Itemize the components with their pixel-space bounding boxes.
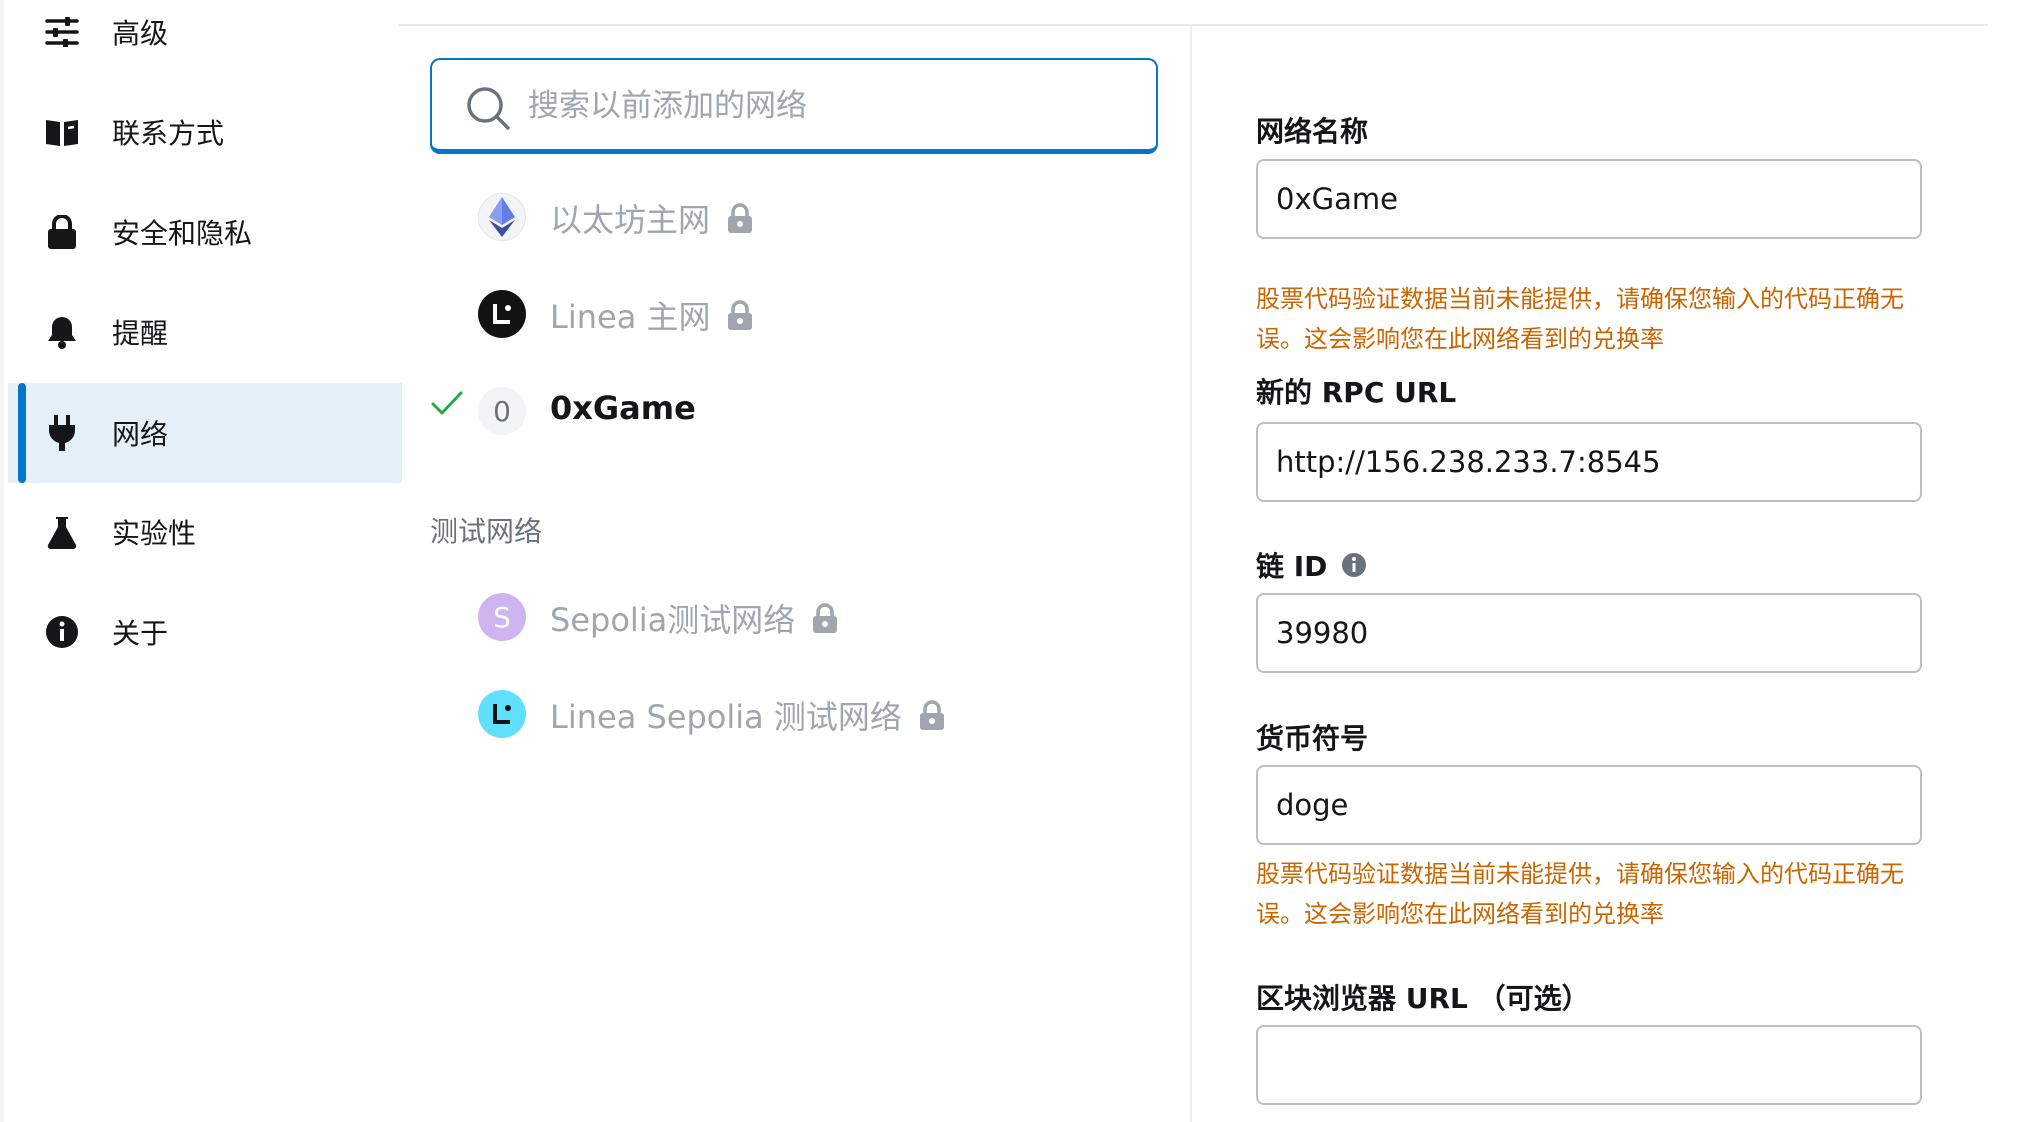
- label-text: 链 ID: [1256, 550, 1328, 583]
- label-text: 新的 RPC URL: [1256, 376, 1457, 409]
- network-name-text: Linea Sepolia 测试网络: [550, 698, 902, 736]
- network-name: 0xGame: [550, 389, 696, 427]
- network-item-sepolia[interactable]: S Sepolia测试网络: [430, 583, 1160, 653]
- linea-sepolia-icon: [478, 690, 526, 738]
- test-networks-title: 测试网络: [430, 515, 543, 548]
- ticker-warning: 股票代码验证数据当前未能提供，请确保您输入的代码正确无误。这会影响您在此网络看到…: [1256, 860, 1904, 928]
- lock-icon: [813, 603, 838, 633]
- network-name-input[interactable]: [1256, 159, 1922, 239]
- sidebar-item-experimental[interactable]: 实验性: [8, 482, 402, 582]
- lock-icon: [919, 700, 944, 730]
- sliders-icon: [44, 14, 80, 50]
- sidebar-item-security[interactable]: 安全和隐私: [8, 182, 402, 282]
- label-text: 区块浏览器 URL （可选）: [1256, 982, 1590, 1015]
- book-icon: [44, 114, 80, 150]
- currency-symbol-label: 货币符号: [1256, 717, 1368, 757]
- sidebar-item-label: 关于: [112, 617, 169, 650]
- ethereum-icon: [478, 193, 526, 241]
- block-explorer-label: 区块浏览器 URL （可选）: [1256, 977, 1590, 1017]
- network-avatar: 0: [478, 387, 526, 435]
- currency-symbol-input[interactable]: [1256, 765, 1922, 845]
- network-name-label: 网络名称: [1256, 110, 1368, 150]
- network-name-text: Sepolia测试网络: [550, 601, 796, 639]
- sidebar-item-advanced[interactable]: 高级: [8, 0, 402, 82]
- column-divider: [1190, 26, 1192, 1122]
- lock-icon: [44, 214, 80, 250]
- label-text: 货币符号: [1256, 722, 1369, 755]
- rpc-url-label: 新的 RPC URL: [1256, 371, 1456, 411]
- network-name: 以太坊主网: [550, 195, 754, 241]
- info-icon[interactable]: [1341, 552, 1367, 578]
- sidebar-item-label: 实验性: [112, 517, 197, 550]
- lock-icon: [728, 300, 753, 330]
- chain-id-input[interactable]: [1256, 593, 1922, 673]
- chain-id-label: 链 ID: [1256, 545, 1367, 585]
- info-icon: [44, 614, 80, 650]
- linea-icon: [478, 290, 526, 338]
- network-search-input[interactable]: [528, 78, 1128, 134]
- sidebar-item-networks[interactable]: 网络: [8, 383, 402, 483]
- settings-sidebar: 高级 联系方式 安全和隐私 提醒 网络 实验性 关于: [0, 0, 402, 1122]
- network-avatar: S: [478, 593, 526, 641]
- flask-icon: [44, 514, 80, 550]
- network-item-linea[interactable]: Linea 主网: [430, 280, 1160, 350]
- network-item-0xgame[interactable]: 0 0xGame: [430, 377, 1160, 447]
- block-explorer-input[interactable]: [1256, 1025, 1922, 1105]
- lock-icon: [728, 203, 753, 233]
- network-item-linea-sepolia[interactable]: Linea Sepolia 测试网络: [430, 680, 1160, 750]
- network-name-text: 以太坊主网: [550, 201, 711, 239]
- ticker-warning: 股票代码验证数据当前未能提供，请确保您输入的代码正确无误。这会影响您在此网络看到…: [1256, 285, 1904, 353]
- bell-icon: [44, 314, 80, 350]
- top-divider: [398, 24, 1988, 26]
- sidebar-item-alerts[interactable]: 提醒: [8, 282, 402, 382]
- sidebar-item-label: 安全和隐私: [112, 217, 253, 250]
- network-item-ethereum[interactable]: 以太坊主网: [430, 183, 1160, 253]
- settings-page: 高级 联系方式 安全和隐私 提醒 网络 实验性 关于 搜索以前添加的网络 以太坊…: [0, 0, 2026, 1122]
- network-search-box[interactable]: [430, 58, 1158, 154]
- plug-icon: [44, 415, 80, 451]
- sidebar-item-label: 提醒: [112, 317, 169, 350]
- rpc-url-input[interactable]: [1256, 422, 1922, 502]
- sidebar-item-contacts[interactable]: 联系方式: [8, 82, 402, 182]
- network-name: Linea 主网: [550, 292, 754, 338]
- search-icon: [466, 86, 510, 130]
- network-name: Sepolia测试网络: [550, 595, 839, 641]
- check-icon: [430, 387, 464, 421]
- network-name-text: Linea 主网: [550, 298, 711, 336]
- sidebar-item-label: 高级: [112, 17, 169, 50]
- sidebar-item-about[interactable]: 关于: [8, 582, 402, 682]
- network-name: Linea Sepolia 测试网络: [550, 692, 946, 738]
- label-text: 网络名称: [1256, 115, 1369, 148]
- sidebar-item-label: 网络: [112, 418, 169, 451]
- sidebar-item-label: 联系方式: [112, 117, 225, 150]
